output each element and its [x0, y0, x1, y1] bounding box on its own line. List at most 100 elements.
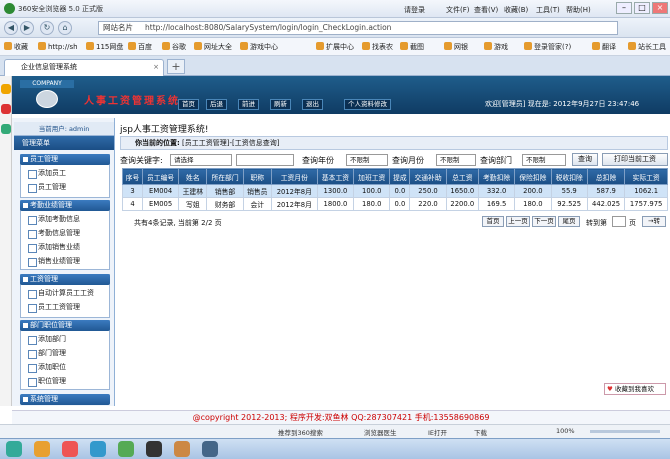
status-ie-open[interactable]: IE打开 — [428, 427, 447, 437]
bookmark-item[interactable]: 网银 — [444, 42, 468, 52]
url-input[interactable]: 网站名片 http://localhost:8080/SalarySystem/… — [98, 21, 618, 35]
app-icon[interactable] — [202, 441, 218, 457]
bookmark-item[interactable]: 登录管家(?) — [524, 42, 571, 52]
bookmark-item[interactable]: 扩展中心 — [316, 42, 354, 52]
menu-add-position[interactable]: 添加职位 — [26, 361, 110, 374]
bookmarks-bar: 收藏 http://sh 115网盘 百度 谷歌 网址大全 游戏中心 扩展中心 … — [0, 38, 670, 56]
bookmark-item[interactable]: 百度 — [128, 42, 152, 52]
menu-section-system[interactable]: 系统管理 — [20, 394, 110, 405]
query-button[interactable]: 查询 — [572, 153, 598, 166]
refresh-icon[interactable]: ↻ — [40, 21, 54, 35]
app-icon[interactable] — [62, 441, 78, 457]
current-user: 当前用户: admin — [14, 122, 114, 136]
status-download[interactable]: 下载 — [474, 427, 487, 437]
bookmark-item[interactable]: 网址大全 — [194, 42, 232, 52]
nav-refresh-button[interactable]: 刷新 — [270, 99, 291, 110]
prev-page-button[interactable]: 上一页 — [506, 216, 530, 227]
bookmark-item[interactable]: 游戏中心 — [240, 42, 278, 52]
table-cell: 169.5 — [477, 197, 516, 211]
menu-section-dept[interactable]: 部门职位管理 — [20, 320, 110, 331]
zoom-level[interactable]: 100% — [556, 427, 575, 435]
menu-tools[interactable]: 工具(T) — [536, 5, 560, 15]
qq-icon[interactable] — [34, 441, 50, 457]
start-icon[interactable] — [6, 441, 22, 457]
print-salary-button[interactable]: 打印当前工资 — [602, 153, 668, 166]
bookmark-item[interactable]: 115网盘 — [86, 42, 123, 52]
login-link[interactable]: 请登录 — [404, 5, 425, 15]
menu-bookmarks[interactable]: 收藏(B) — [504, 5, 528, 15]
status-recommend[interactable]: 推荐到360搜索 — [278, 427, 323, 437]
menu-manage-salary[interactable]: 员工工资管理 — [26, 301, 110, 314]
menu-auto-calc-salary[interactable]: 自动计算员工工资 — [26, 287, 110, 300]
star-icon[interactable] — [1, 84, 11, 94]
tab-active[interactable]: 企业信息管理系统 × — [4, 59, 164, 76]
month-select[interactable]: 不限制 — [436, 154, 476, 166]
go-button[interactable]: →转 — [642, 216, 666, 227]
year-select[interactable]: 不限制 — [346, 154, 388, 166]
table-cell: 332.0 — [477, 184, 516, 198]
column-header: 考勤扣除 — [477, 168, 516, 185]
goto-page-input[interactable] — [612, 216, 626, 227]
home-icon[interactable]: ⌂ — [58, 21, 72, 35]
column-header: 职称 — [242, 168, 272, 185]
next-page-button[interactable]: 下一页 — [532, 216, 556, 227]
maximize-button[interactable]: □ — [634, 2, 650, 14]
bookmark-item[interactable]: 截图 — [400, 42, 424, 52]
menu-add-sales[interactable]: 添加销售业绩 — [26, 241, 110, 254]
status-doctor[interactable]: 浏览器医生 — [364, 427, 397, 437]
column-header: 总工资 — [445, 168, 479, 185]
menu-help[interactable]: 帮助(H) — [566, 5, 591, 15]
menu-manage-position[interactable]: 职位管理 — [26, 375, 110, 388]
table-cell: 180.0 — [514, 197, 552, 211]
table-cell: 200.0 — [514, 184, 552, 198]
menu-add-employee[interactable]: 添加员工 — [26, 167, 110, 180]
bookmark-item[interactable]: 谷歌 — [162, 42, 186, 52]
media-icon[interactable] — [146, 441, 162, 457]
menu-add-dept[interactable]: 添加部门 — [26, 333, 110, 346]
menu-manage-dept[interactable]: 部门管理 — [26, 347, 110, 360]
menu-manage-employee[interactable]: 员工管理 — [26, 181, 110, 194]
keyword-select[interactable]: 请选择 — [170, 154, 232, 166]
forward-icon[interactable]: ▶ — [20, 21, 34, 35]
column-header: 实际工资 — [624, 168, 668, 185]
bookmark-item[interactable]: 站长工具 — [628, 42, 666, 52]
edit-profile-button[interactable]: 个人资料修改 — [344, 99, 391, 110]
last-page-button[interactable]: 尾页 — [558, 216, 580, 227]
menu-manage-sales[interactable]: 销售业绩管理 — [26, 255, 110, 268]
weibo-icon[interactable] — [1, 104, 11, 114]
first-page-button[interactable]: 首页 — [482, 216, 504, 227]
bookmark-item[interactable]: 游戏 — [484, 42, 508, 52]
nav-home-button[interactable]: 首页 — [178, 99, 199, 110]
nav-forward-button[interactable]: 前进 — [238, 99, 259, 110]
dept-select[interactable]: 不限制 — [522, 154, 566, 166]
menu-file[interactable]: 文件(F) — [446, 5, 470, 15]
table-row[interactable]: 4 EM005 写姐 财务部 会计 2012年8月 1800.0 180.0 0.0 220.0 2… — [122, 197, 668, 211]
app-icon[interactable] — [118, 441, 134, 457]
app-icon[interactable] — [174, 441, 190, 457]
bookmark-item[interactable]: 收藏 — [4, 42, 28, 52]
menu-section-employee[interactable]: 员工管理 — [20, 154, 110, 165]
bookmark-item[interactable]: http://sh — [38, 42, 78, 51]
close-window-button[interactable]: × — [652, 2, 668, 14]
tab-close-icon[interactable]: × — [153, 60, 159, 75]
menu-view[interactable]: 查看(V) — [474, 5, 498, 15]
menu-section-attendance[interactable]: 考勤业绩管理 — [20, 200, 110, 211]
add-to-favorites-button[interactable]: ♥ 收藏到我喜欢 — [604, 383, 666, 395]
back-icon[interactable]: ◀ — [4, 21, 18, 35]
keyword-input[interactable] — [236, 154, 294, 166]
app-icon[interactable] — [1, 124, 11, 134]
menu-add-attendance[interactable]: 添加考勤信息 — [26, 213, 110, 226]
new-tab-button[interactable]: + — [167, 59, 185, 74]
bookmark-item[interactable]: 找表农 — [362, 42, 393, 52]
menu-manage-attendance[interactable]: 考勤信息管理 — [26, 227, 110, 240]
nav-back-button[interactable]: 后退 — [206, 99, 227, 110]
bookmark-item[interactable]: 翻译 — [592, 42, 616, 52]
browser-icon[interactable] — [90, 441, 106, 457]
nav-exit-button[interactable]: 退出 — [302, 99, 323, 110]
table-row[interactable]: 3 EM004 王建林 销售部 销售员 2012年8月 1300.0 100.0 0.0 250.… — [122, 184, 668, 198]
menu-section-salary[interactable]: 工资管理 — [20, 274, 110, 285]
zoom-slider[interactable] — [590, 430, 660, 433]
welcome-text: 欢迎[管理员] 现在是: 2012年9月27日 23:47:46 — [485, 100, 640, 108]
company-logo-icon — [36, 90, 58, 108]
minimize-button[interactable]: – — [616, 2, 632, 14]
